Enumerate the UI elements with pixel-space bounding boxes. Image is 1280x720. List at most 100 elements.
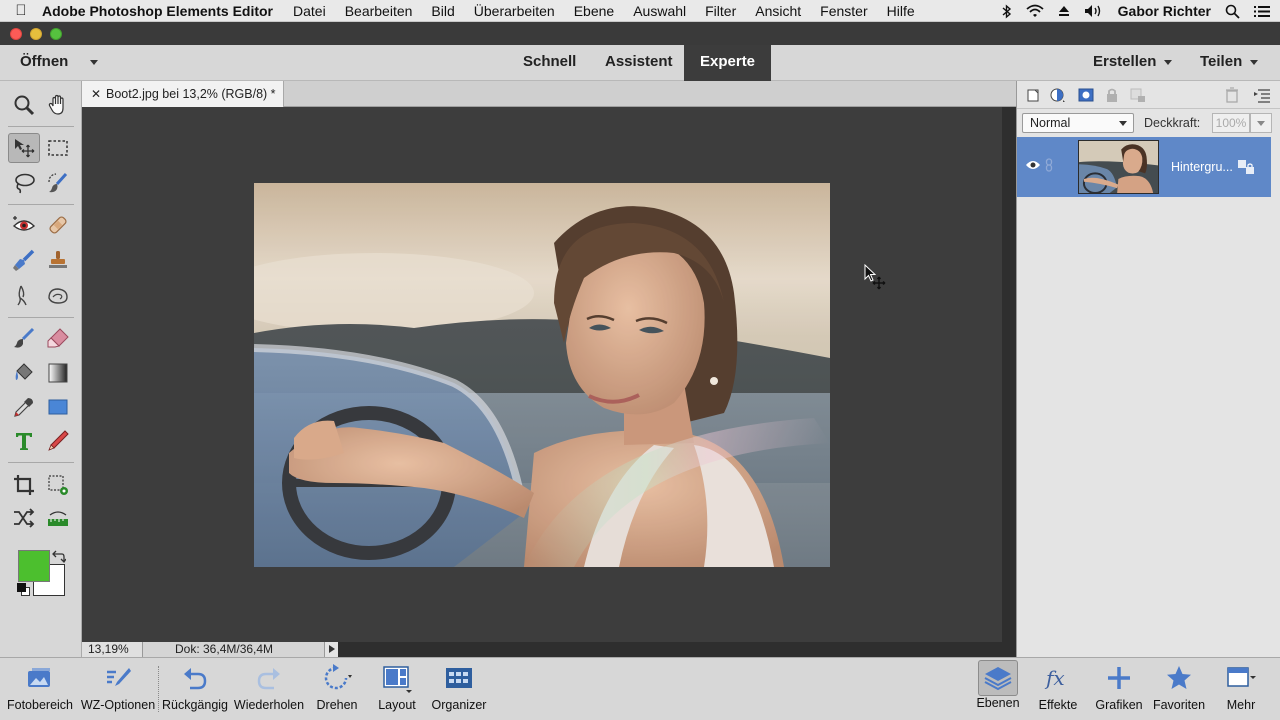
tool-options-label: WZ-Optionen	[80, 698, 156, 712]
vertical-scrollbar[interactable]	[1002, 107, 1016, 657]
task-bar: Fotobereich WZ-Optionen Rückgängig Wiede…	[0, 657, 1280, 720]
quick-selection-tool-icon[interactable]	[42, 168, 74, 198]
minimize-window-icon[interactable]	[30, 28, 42, 40]
favorites-button[interactable]: Favoriten	[1150, 658, 1208, 720]
close-window-icon[interactable]	[10, 28, 22, 40]
open-button[interactable]: Öffnen	[20, 45, 99, 81]
paint-bucket-tool-icon[interactable]	[8, 358, 40, 388]
zoom-tool-icon[interactable]	[8, 90, 40, 120]
layer-thumbnail	[1078, 140, 1159, 194]
layer-row-background[interactable]: Hintergru...	[1017, 137, 1271, 197]
more-button[interactable]: Mehr	[1214, 658, 1268, 720]
delete-layer-icon[interactable]	[1223, 86, 1241, 104]
effects-icon: fx	[1044, 666, 1065, 690]
redo-button[interactable]: Wiederholen	[232, 658, 306, 720]
menu-ebene[interactable]: Ebene	[574, 3, 614, 19]
wifi-icon[interactable]	[1026, 4, 1044, 18]
menu-ansicht[interactable]: Ansicht	[755, 3, 801, 19]
zoom-level[interactable]: 13,19%	[82, 642, 142, 657]
close-tab-icon[interactable]: ✕	[91, 81, 101, 107]
graphics-icon	[1108, 667, 1130, 689]
recompose-tool-icon[interactable]	[42, 470, 74, 500]
blend-mode-select[interactable]: Normal	[1022, 113, 1134, 133]
layer-mask-icon[interactable]	[1077, 86, 1095, 104]
shape-tool-icon[interactable]	[42, 392, 74, 422]
status-menu-arrow-icon[interactable]	[324, 642, 338, 657]
blur-tool-icon[interactable]	[8, 281, 40, 311]
pencil-tool-icon[interactable]	[42, 426, 74, 456]
organizer-button[interactable]: Organizer	[428, 658, 490, 720]
straighten-tool-icon[interactable]	[42, 503, 74, 533]
menu-auswahl[interactable]: Auswahl	[633, 3, 686, 19]
app-menu[interactable]: Adobe Photoshop Elements Editor	[42, 3, 273, 19]
menu-hilfe[interactable]: Hilfe	[887, 3, 915, 19]
svg-text:fx: fx	[1044, 666, 1065, 690]
layout-label: Layout	[378, 698, 416, 712]
smart-brush-tool-icon[interactable]	[8, 245, 40, 275]
menu-datei[interactable]: Datei	[293, 3, 326, 19]
chevron-down-icon	[1164, 59, 1173, 65]
apple-icon[interactable]: 	[0, 2, 42, 19]
default-colors-icon[interactable]	[17, 583, 31, 597]
menu-bearbeiten[interactable]: Bearbeiten	[345, 3, 413, 19]
opacity-input[interactable]: 100%	[1212, 113, 1250, 133]
tool-options-icon	[107, 668, 131, 686]
opacity-dropdown[interactable]	[1250, 113, 1272, 133]
gradient-tool-icon[interactable]	[42, 358, 74, 388]
system-menu-bar:  Adobe Photoshop Elements Editor Datei …	[0, 0, 1280, 22]
zoom-window-icon[interactable]	[50, 28, 62, 40]
swap-colors-icon[interactable]	[52, 550, 66, 564]
type-tool-icon[interactable]	[8, 426, 40, 456]
red-eye-tool-icon[interactable]	[8, 210, 40, 240]
spot-healing-tool-icon[interactable]	[42, 210, 74, 240]
crop-tool-icon[interactable]	[8, 470, 40, 500]
layers-scrollbar[interactable]	[1271, 137, 1280, 657]
menu-filter[interactable]: Filter	[705, 3, 736, 19]
menu-bild[interactable]: Bild	[431, 3, 454, 19]
panel-menu-icon[interactable]	[1253, 86, 1271, 104]
foreground-color-swatch[interactable]	[18, 550, 50, 582]
graphics-button[interactable]: Grafiken	[1090, 658, 1148, 720]
user-name[interactable]: Gabor Richter	[1118, 3, 1211, 19]
lock-transparent-icon[interactable]	[1129, 86, 1147, 104]
eraser-tool-icon[interactable]	[42, 323, 74, 353]
document-image[interactable]	[254, 183, 830, 567]
move-tool-icon[interactable]	[8, 133, 40, 163]
menu-fenster[interactable]: Fenster	[820, 3, 867, 19]
effects-button[interactable]: fx Effekte	[1032, 658, 1084, 720]
layers-button[interactable]: Ebenen	[972, 658, 1024, 720]
lock-all-icon[interactable]	[1103, 86, 1121, 104]
effects-label: Effekte	[1038, 698, 1078, 712]
marquee-tool-icon[interactable]	[42, 133, 74, 163]
bluetooth-icon[interactable]	[1002, 3, 1012, 19]
adjustment-layer-icon[interactable]	[1049, 86, 1067, 104]
volume-icon[interactable]	[1084, 4, 1104, 18]
visibility-eye-icon[interactable]	[1025, 159, 1041, 171]
notification-center-icon[interactable]	[1254, 5, 1270, 18]
layout-button[interactable]: Layout	[372, 658, 422, 720]
more-icon	[1227, 667, 1256, 687]
lasso-tool-icon[interactable]	[8, 168, 40, 198]
link-icon[interactable]	[1045, 158, 1053, 172]
layer-name[interactable]: Hintergru...	[1171, 137, 1233, 197]
spotlight-search-icon[interactable]	[1225, 4, 1240, 19]
rotate-button[interactable]: Drehen	[310, 658, 364, 720]
content-aware-move-tool-icon[interactable]	[8, 503, 40, 533]
tab-schnell[interactable]: Schnell	[523, 45, 576, 81]
photo-bin-button[interactable]: Fotobereich	[4, 658, 76, 720]
undo-button[interactable]: Rückgängig	[160, 658, 230, 720]
menu-ueberarbeiten[interactable]: Überarbeiten	[474, 3, 555, 19]
hand-tool-icon[interactable]	[42, 90, 74, 120]
eyedropper-tool-icon[interactable]	[8, 392, 40, 422]
share-button[interactable]: Teilen	[1200, 45, 1259, 81]
tab-experte[interactable]: Experte	[684, 45, 772, 81]
brush-tool-icon[interactable]	[8, 323, 40, 353]
tab-assistent[interactable]: Assistent	[605, 45, 673, 81]
sponge-tool-icon[interactable]	[42, 281, 74, 311]
tool-options-button[interactable]: WZ-Optionen	[78, 658, 158, 720]
new-layer-icon[interactable]	[1025, 86, 1043, 104]
create-button[interactable]: Erstellen	[1093, 45, 1173, 81]
clone-stamp-tool-icon[interactable]	[42, 245, 74, 275]
document-tab[interactable]: ✕ Boot2.jpg bei 13,2% (RGB/8) *	[82, 81, 284, 107]
eject-icon[interactable]	[1058, 5, 1070, 17]
